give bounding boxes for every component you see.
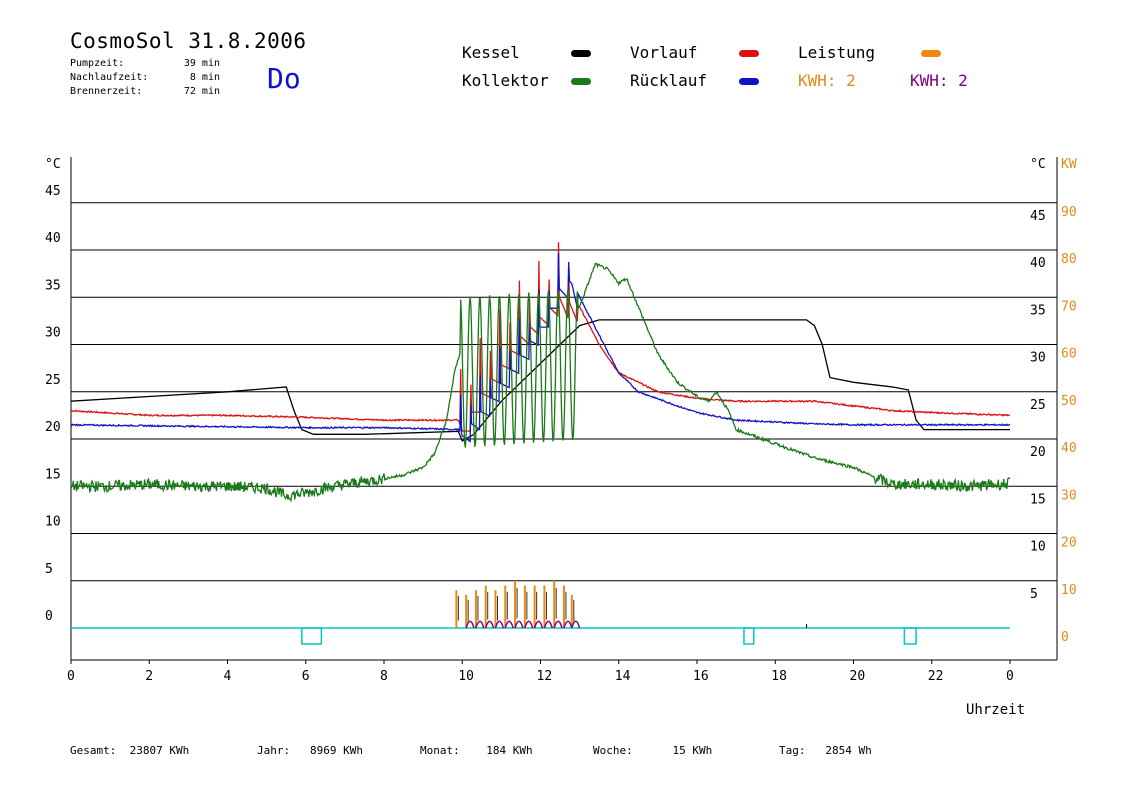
x-tick-label: 22	[928, 669, 944, 684]
total-woche: Woche: 15 KWh	[593, 744, 713, 757]
y-tick-kw: 20	[1061, 536, 1077, 551]
y-tick-kw: 50	[1061, 394, 1077, 409]
x-tick-label: 16	[693, 669, 709, 684]
x-tick-label: 12	[537, 669, 553, 684]
total-monat: Monat: 184 KWh	[420, 744, 533, 757]
total-tag: Tag: 2854 Wh	[779, 744, 872, 757]
y-tick-kw: 10	[1061, 583, 1077, 598]
y-tick-kw: 90	[1061, 205, 1077, 220]
y-tick-left: 35	[45, 278, 61, 293]
y-tick-right: 5	[1030, 587, 1038, 602]
power-purple-hump	[563, 620, 573, 629]
x-tick-label: 0	[1006, 669, 1014, 684]
y-tick-left: 15	[45, 467, 61, 482]
y-tick-right: 20	[1030, 445, 1046, 460]
y-tick-left: 25	[45, 373, 61, 388]
y-tick-left: 40	[45, 231, 61, 246]
power-purple-hump	[553, 620, 563, 629]
pump-marker	[903, 627, 917, 645]
x-tick-label: 14	[615, 669, 631, 684]
x-tick-label: 10	[458, 669, 474, 684]
power-purple-hump	[543, 620, 553, 629]
y-axis-unit-left: °C	[45, 157, 61, 172]
y-axis-unit-kw: KW	[1061, 157, 1077, 172]
power-purple-hump	[475, 620, 485, 629]
y-tick-right: 40	[1030, 256, 1046, 271]
y-tick-right: 15	[1030, 492, 1046, 507]
x-tick-label: 18	[771, 669, 787, 684]
x-tick-label: 20	[850, 669, 866, 684]
power-purple-hump	[514, 620, 524, 629]
x-tick-label: 4	[224, 669, 232, 684]
power-purple-hump	[533, 620, 544, 629]
y-tick-left: 20	[45, 420, 61, 435]
y-tick-kw: 70	[1061, 299, 1077, 314]
y-tick-right: 35	[1030, 303, 1046, 318]
y-axis-unit-right: °C	[1030, 157, 1046, 172]
total-gesamt: Gesamt: 23807 KWh	[70, 744, 190, 757]
y-tick-left: 0	[45, 609, 53, 624]
power-purple-hump	[465, 620, 475, 629]
x-tick-label: 2	[145, 669, 153, 684]
power-purple-hump	[524, 620, 534, 629]
y-tick-right: 25	[1030, 398, 1046, 413]
y-tick-kw: 80	[1061, 252, 1077, 267]
y-tick-left: 30	[45, 326, 61, 341]
y-tick-right: 30	[1030, 351, 1046, 366]
y-tick-right: 45	[1030, 209, 1046, 224]
x-axis-title: Uhrzeit	[966, 702, 1026, 718]
y-tick-right: 10	[1030, 540, 1046, 555]
y-tick-left: 45	[45, 184, 61, 199]
y-tick-left: 5	[45, 562, 53, 577]
power-purple-hump	[571, 620, 581, 629]
x-tick-label: 8	[380, 669, 388, 684]
series-kollektor	[70, 262, 1011, 503]
temperature-chart: °C °C KW0510152025303540455101520253035404…	[45, 157, 1077, 684]
y-tick-kw: 30	[1061, 488, 1077, 503]
pump-marker	[743, 627, 755, 645]
y-tick-kw: 60	[1061, 347, 1077, 362]
total-jahr: Jahr: 8969 KWh	[257, 744, 363, 757]
x-tick-label: 6	[302, 669, 310, 684]
y-tick-kw: 0	[1061, 630, 1069, 645]
power-purple-hump	[485, 620, 495, 629]
y-tick-kw: 40	[1061, 441, 1077, 456]
power-purple-hump	[504, 620, 514, 629]
pump-marker	[301, 627, 323, 645]
x-tick-label: 0	[67, 669, 75, 684]
y-tick-left: 10	[45, 515, 61, 530]
power-purple-hump	[494, 620, 505, 629]
